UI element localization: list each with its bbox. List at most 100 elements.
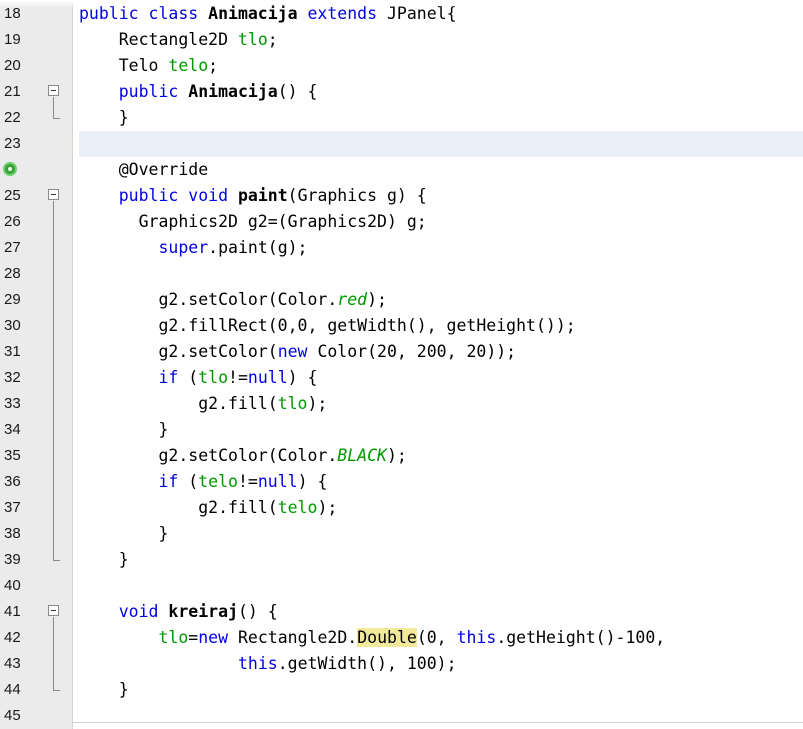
collapse-fold-icon[interactable] — [48, 605, 59, 616]
line-number: 22 — [4, 109, 21, 126]
code-line[interactable]: 43 this.getWidth(), 100); — [0, 651, 803, 677]
code-token: super — [158, 238, 209, 257]
code-line[interactable]: 31 g2.setColor(new Color(20, 200, 20)); — [0, 339, 803, 365]
code-text[interactable]: g2.fill(telo); — [79, 495, 337, 521]
collapse-fold-icon[interactable] — [48, 85, 59, 96]
code-text[interactable]: g2.setColor(Color.red); — [79, 287, 387, 313]
code-line[interactable]: 42 tlo=new Rectangle2D.Double(0, this.ge… — [0, 625, 803, 651]
line-number: 29 — [4, 291, 21, 308]
line-number — [4, 157, 42, 183]
code-token: g2.fill( — [79, 394, 278, 413]
code-text[interactable]: public Animacija() { — [79, 79, 318, 105]
line-number: 45 — [4, 707, 21, 724]
code-text[interactable]: if (tlo!=null) { — [79, 365, 317, 391]
code-token: ( — [188, 472, 199, 491]
line-number: 20 — [4, 57, 21, 74]
line-number: 35 — [4, 447, 21, 464]
code-token: null — [247, 368, 288, 387]
current-line-highlight — [79, 131, 803, 157]
code-text[interactable]: Telo telo; — [79, 53, 218, 79]
line-number: 41 — [4, 603, 21, 620]
code-text[interactable]: if (telo!=null) { — [79, 469, 327, 495]
code-token: BLACK — [337, 446, 387, 465]
code-token: telo — [168, 56, 209, 75]
code-line[interactable]: 29 g2.setColor(Color.red); — [0, 287, 803, 313]
code-token: public — [118, 82, 189, 101]
code-line[interactable]: 40 — [0, 573, 803, 599]
code-line[interactable]: 36 if (telo!=null) { — [0, 469, 803, 495]
code-token: paint — [237, 186, 288, 205]
line-number: 43 — [4, 655, 21, 672]
line-number: 27 — [4, 239, 21, 256]
code-text[interactable]: g2.setColor(new Color(20, 200, 20)); — [79, 339, 516, 365]
code-token: kreiraj — [168, 602, 238, 621]
code-line[interactable]: 34 } — [0, 417, 803, 443]
code-line[interactable]: 30 g2.fillRect(0,0, getWidth(), getHeigh… — [0, 313, 803, 339]
line-number: 25 — [4, 187, 21, 204]
code-line[interactable]: 21 public Animacija() { — [0, 79, 803, 105]
code-token: g2.fillRect(0,0, getWidth(), getHeight()… — [79, 316, 576, 335]
code-line[interactable]: 44 } — [0, 677, 803, 703]
line-number: 19 — [4, 31, 21, 48]
code-line[interactable]: 23 — [0, 131, 803, 157]
code-token: (0, — [416, 628, 457, 647]
code-token: tlo — [237, 30, 268, 49]
code-line[interactable]: 45 — [0, 703, 803, 729]
code-line[interactable]: 33 g2.fill(tlo); — [0, 391, 803, 417]
code-text[interactable]: } — [79, 677, 129, 703]
code-token: g2.setColor(Color. — [79, 290, 338, 309]
code-text[interactable]: this.getWidth(), 100); — [79, 651, 457, 677]
code-text[interactable]: super.paint(g); — [79, 235, 307, 261]
code-line[interactable]: 35 g2.setColor(Color.BLACK); — [0, 443, 803, 469]
code-line[interactable]: 25 public void paint(Graphics g) { — [0, 183, 803, 209]
code-token: g2.setColor(Color. — [79, 446, 338, 465]
code-line[interactable]: 26 Graphics2D g2=(Graphics2D) g; — [0, 209, 803, 235]
code-line[interactable]: 19 Rectangle2D tlo; — [0, 27, 803, 53]
code-text[interactable]: } — [79, 521, 168, 547]
editor-bottom-edge — [72, 722, 803, 723]
code-token: Double — [357, 628, 417, 647]
code-token: Animacija — [188, 82, 278, 101]
code-line[interactable]: 20 Telo telo; — [0, 53, 803, 79]
code-text[interactable]: Rectangle2D tlo; — [79, 27, 278, 53]
code-line[interactable]: 22 } — [0, 105, 803, 131]
code-text[interactable]: g2.setColor(Color.BLACK); — [79, 443, 406, 469]
code-line[interactable]: 39 } — [0, 547, 803, 573]
code-text[interactable]: g2.fill(tlo); — [79, 391, 327, 417]
code-text[interactable]: Graphics2D g2=(Graphics2D) g; — [79, 209, 427, 235]
collapse-fold-icon[interactable] — [48, 189, 59, 200]
code-token: g2.fill( — [79, 498, 278, 517]
code-text[interactable]: } — [79, 417, 168, 443]
code-token: Rectangle2D. — [237, 628, 358, 647]
code-token: ) { — [297, 472, 328, 491]
code-text[interactable]: } — [79, 105, 129, 131]
line-number: 42 — [4, 629, 21, 646]
code-token: != — [237, 472, 258, 491]
code-token: Rectangle2D — [79, 30, 238, 49]
code-token: void — [118, 602, 169, 621]
code-token: ); — [307, 394, 328, 413]
code-line[interactable]: 32 if (tlo!=null) { — [0, 365, 803, 391]
code-text[interactable]: g2.fillRect(0,0, getWidth(), getHeight()… — [79, 313, 576, 339]
code-text[interactable]: public void paint(Graphics g) { — [79, 183, 427, 209]
code-line[interactable]: 27 super.paint(g); — [0, 235, 803, 261]
code-line[interactable]: 37 g2.fill(telo); — [0, 495, 803, 521]
code-text[interactable]: tlo=new Rectangle2D.Double(0, this.getHe… — [79, 625, 665, 651]
code-text[interactable]: } — [79, 547, 129, 573]
code-token: () { — [237, 602, 278, 621]
code-token: Color(20, 200, 20)); — [317, 342, 517, 361]
code-token: ( — [188, 368, 199, 387]
code-text[interactable]: void kreiraj() { — [79, 599, 278, 625]
code-line[interactable]: 38 } — [0, 521, 803, 547]
code-token: @Override — [79, 160, 209, 179]
code-editor[interactable]: 18 public class Animacija extends JPanel{… — [0, 0, 803, 729]
code-token: tlo — [198, 368, 229, 387]
code-line[interactable]: 41 void kreiraj() { — [0, 599, 803, 625]
code-line[interactable]: 28 — [0, 261, 803, 287]
code-line[interactable]: @Override — [0, 157, 803, 183]
code-text[interactable]: @Override — [79, 157, 208, 183]
